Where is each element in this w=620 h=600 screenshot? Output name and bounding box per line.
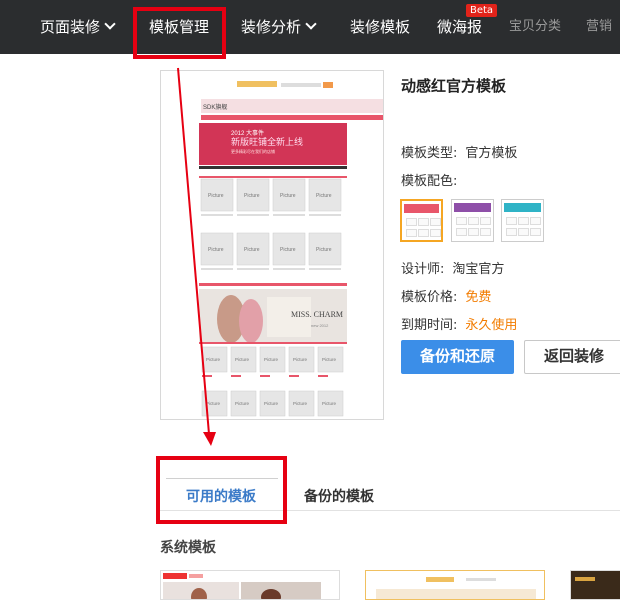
- template-color-label: 模板配色:: [401, 174, 458, 189]
- template-thumbnail[interactable]: [570, 570, 620, 600]
- preview-banner-headline: 新版旺铺全新上线: [231, 136, 303, 147]
- preview-product-placeholder: Picture: [316, 193, 332, 199]
- template-title: 动感红官方模板: [401, 77, 507, 95]
- preview-banner-year: 2012 大事件: [231, 129, 264, 137]
- preview-promo-subtitle: new 2012: [311, 323, 329, 328]
- color-swatch-red[interactable]: [400, 199, 443, 242]
- preview-product-placeholder: Picture: [264, 401, 279, 406]
- template-thumbnail-graphic: [163, 573, 321, 599]
- preview-banner-subtitle: 更多精彩尽在我们的店铺: [231, 148, 275, 154]
- template-thumbnail-graphic: [376, 577, 536, 599]
- preview-product-placeholder: Picture: [206, 357, 221, 362]
- preview-product-placeholder: Picture: [235, 401, 250, 406]
- preview-product-placeholder: Picture: [208, 247, 224, 253]
- nav-item-label: 页面装修: [40, 18, 101, 36]
- nav-item-label: 装修分析: [241, 18, 302, 36]
- preview-product-placeholder: Picture: [244, 247, 260, 253]
- template-price-value: 免费: [465, 290, 492, 305]
- template-type-row: 模板类型: 官方模板: [401, 142, 517, 161]
- top-navigation-bar: 页面装修 模板管理 装修分析 装修模板 微海报 Beta 宝贝分类 营销: [0, 0, 620, 54]
- preview-product-placeholder: Picture: [280, 193, 296, 199]
- preview-product-placeholder: Picture: [264, 357, 279, 362]
- preview-product-placeholder: Picture: [293, 357, 308, 362]
- highlight-template-management: [133, 7, 226, 59]
- template-thumbnail-graphic: [571, 571, 620, 599]
- template-preview-graphic: SDK旗舰 2012 大事件 新版旺铺全新上线 更多精彩尽在我们的店铺 Pict…: [161, 71, 383, 419]
- template-expire-row: 到期时间: 永久使用: [401, 314, 517, 333]
- template-type-value: 官方模板: [465, 146, 518, 161]
- preview-product-placeholder: Picture: [280, 247, 296, 253]
- nav-item-page-decoration[interactable]: 页面装修: [40, 0, 116, 54]
- system-templates-heading: 系统模板: [160, 540, 216, 556]
- preview-product-placeholder: Picture: [206, 401, 221, 406]
- preview-product-placeholder: Picture: [316, 247, 332, 253]
- preview-product-placeholder: Picture: [293, 401, 308, 406]
- nav-item-decoration-templates[interactable]: 装修模板: [350, 0, 410, 54]
- swatch-accent-bar: [454, 203, 491, 212]
- template-preview-image: SDK旗舰 2012 大事件 新版旺铺全新上线 更多精彩尽在我们的店铺 Pict…: [160, 70, 384, 420]
- nav-item-product-category[interactable]: 宝贝分类: [509, 0, 561, 54]
- preview-product-placeholder: Picture: [235, 357, 250, 362]
- color-swatch-purple[interactable]: [451, 199, 494, 242]
- template-price-label: 模板价格:: [401, 290, 458, 305]
- backup-restore-button[interactable]: 备份和还原: [401, 340, 514, 374]
- nav-item-marketing[interactable]: 营销: [586, 0, 612, 54]
- template-designer-label: 设计师:: [401, 262, 445, 277]
- return-decorate-button[interactable]: 返回装修: [524, 340, 620, 374]
- chevron-down-icon: [305, 18, 317, 30]
- template-thumbnail[interactable]: [160, 570, 340, 600]
- tab-backup-templates[interactable]: 备份的模板: [304, 486, 374, 506]
- template-designer-row: 设计师: 淘宝官方: [401, 258, 504, 277]
- swatch-accent-bar: [404, 204, 439, 213]
- template-thumbnail[interactable]: [365, 570, 545, 600]
- preview-product-placeholder: Picture: [322, 357, 337, 362]
- highlight-available-templates: [156, 456, 287, 524]
- nav-item-label: 装修模板: [350, 18, 411, 36]
- nav-item-label: 宝贝分类: [509, 19, 562, 34]
- swatch-accent-bar: [504, 203, 541, 212]
- preview-shop-name: SDK旗舰: [203, 103, 227, 111]
- nav-item-decoration-analysis[interactable]: 装修分析: [241, 0, 317, 54]
- preview-product-placeholder: Picture: [322, 401, 337, 406]
- nav-item-label: 微海报: [437, 18, 483, 36]
- preview-product-placeholder: Picture: [208, 193, 224, 199]
- nav-item-label: 营销: [586, 19, 613, 34]
- template-price-row: 模板价格: 免费: [401, 286, 491, 305]
- template-type-label: 模板类型:: [401, 146, 458, 161]
- chevron-down-icon: [104, 18, 116, 30]
- color-swatch-cyan[interactable]: [501, 199, 544, 242]
- template-designer-value: 淘宝官方: [452, 262, 505, 277]
- template-expire-label: 到期时间:: [401, 318, 458, 333]
- preview-promo-text: MISS. CHARM: [291, 310, 343, 319]
- template-expire-value: 永久使用: [465, 318, 518, 333]
- beta-badge: Beta: [466, 4, 498, 17]
- preview-product-placeholder: Picture: [244, 193, 260, 199]
- template-color-row: 模板配色:: [401, 170, 457, 189]
